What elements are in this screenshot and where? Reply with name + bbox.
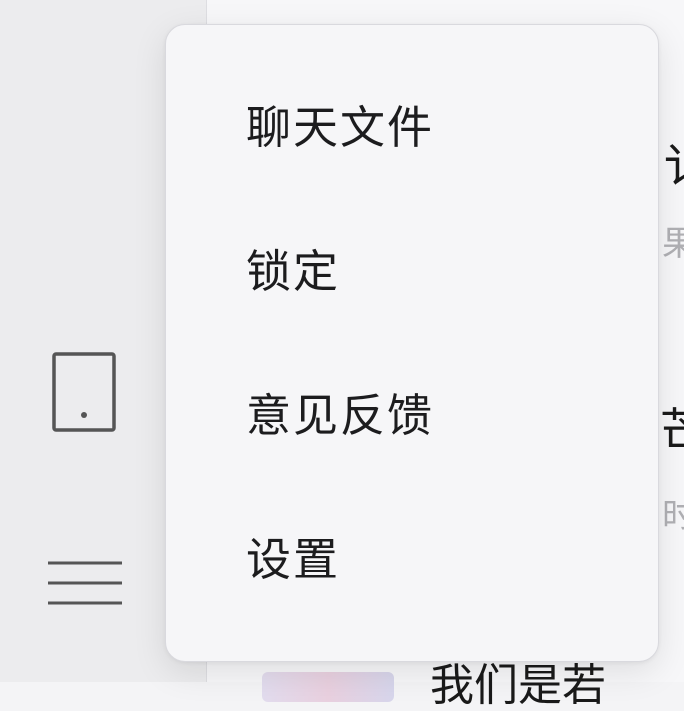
menu-item-label: 锁定 [246, 244, 341, 298]
menu-item-label: 聊天文件 [246, 100, 435, 154]
chat-preview-fragment: 时 [662, 496, 684, 536]
chat-preview-fragment: 果 [662, 224, 684, 264]
hamburger-menu-icon[interactable] [48, 560, 122, 608]
chat-title-fragment: 芒 [660, 403, 684, 457]
menu-item-label: 意见反馈 [246, 388, 435, 442]
chat-avatar [262, 672, 394, 702]
menu-item-label: 设置 [246, 532, 341, 586]
menu-item-settings[interactable]: 设置 [194, 507, 630, 603]
more-options-popup-menu: 聊天文件 锁定 意见反馈 设置 [165, 24, 659, 662]
chat-title-fragment: 讠 [664, 138, 684, 194]
chat-title-fragment: 我们是若 [430, 660, 606, 711]
menu-item-feedback[interactable]: 意见反馈 [194, 363, 630, 459]
tablet-icon[interactable] [52, 352, 116, 432]
menu-item-chat-files[interactable]: 聊天文件 [194, 75, 630, 171]
menu-item-lock[interactable]: 锁定 [194, 219, 630, 315]
